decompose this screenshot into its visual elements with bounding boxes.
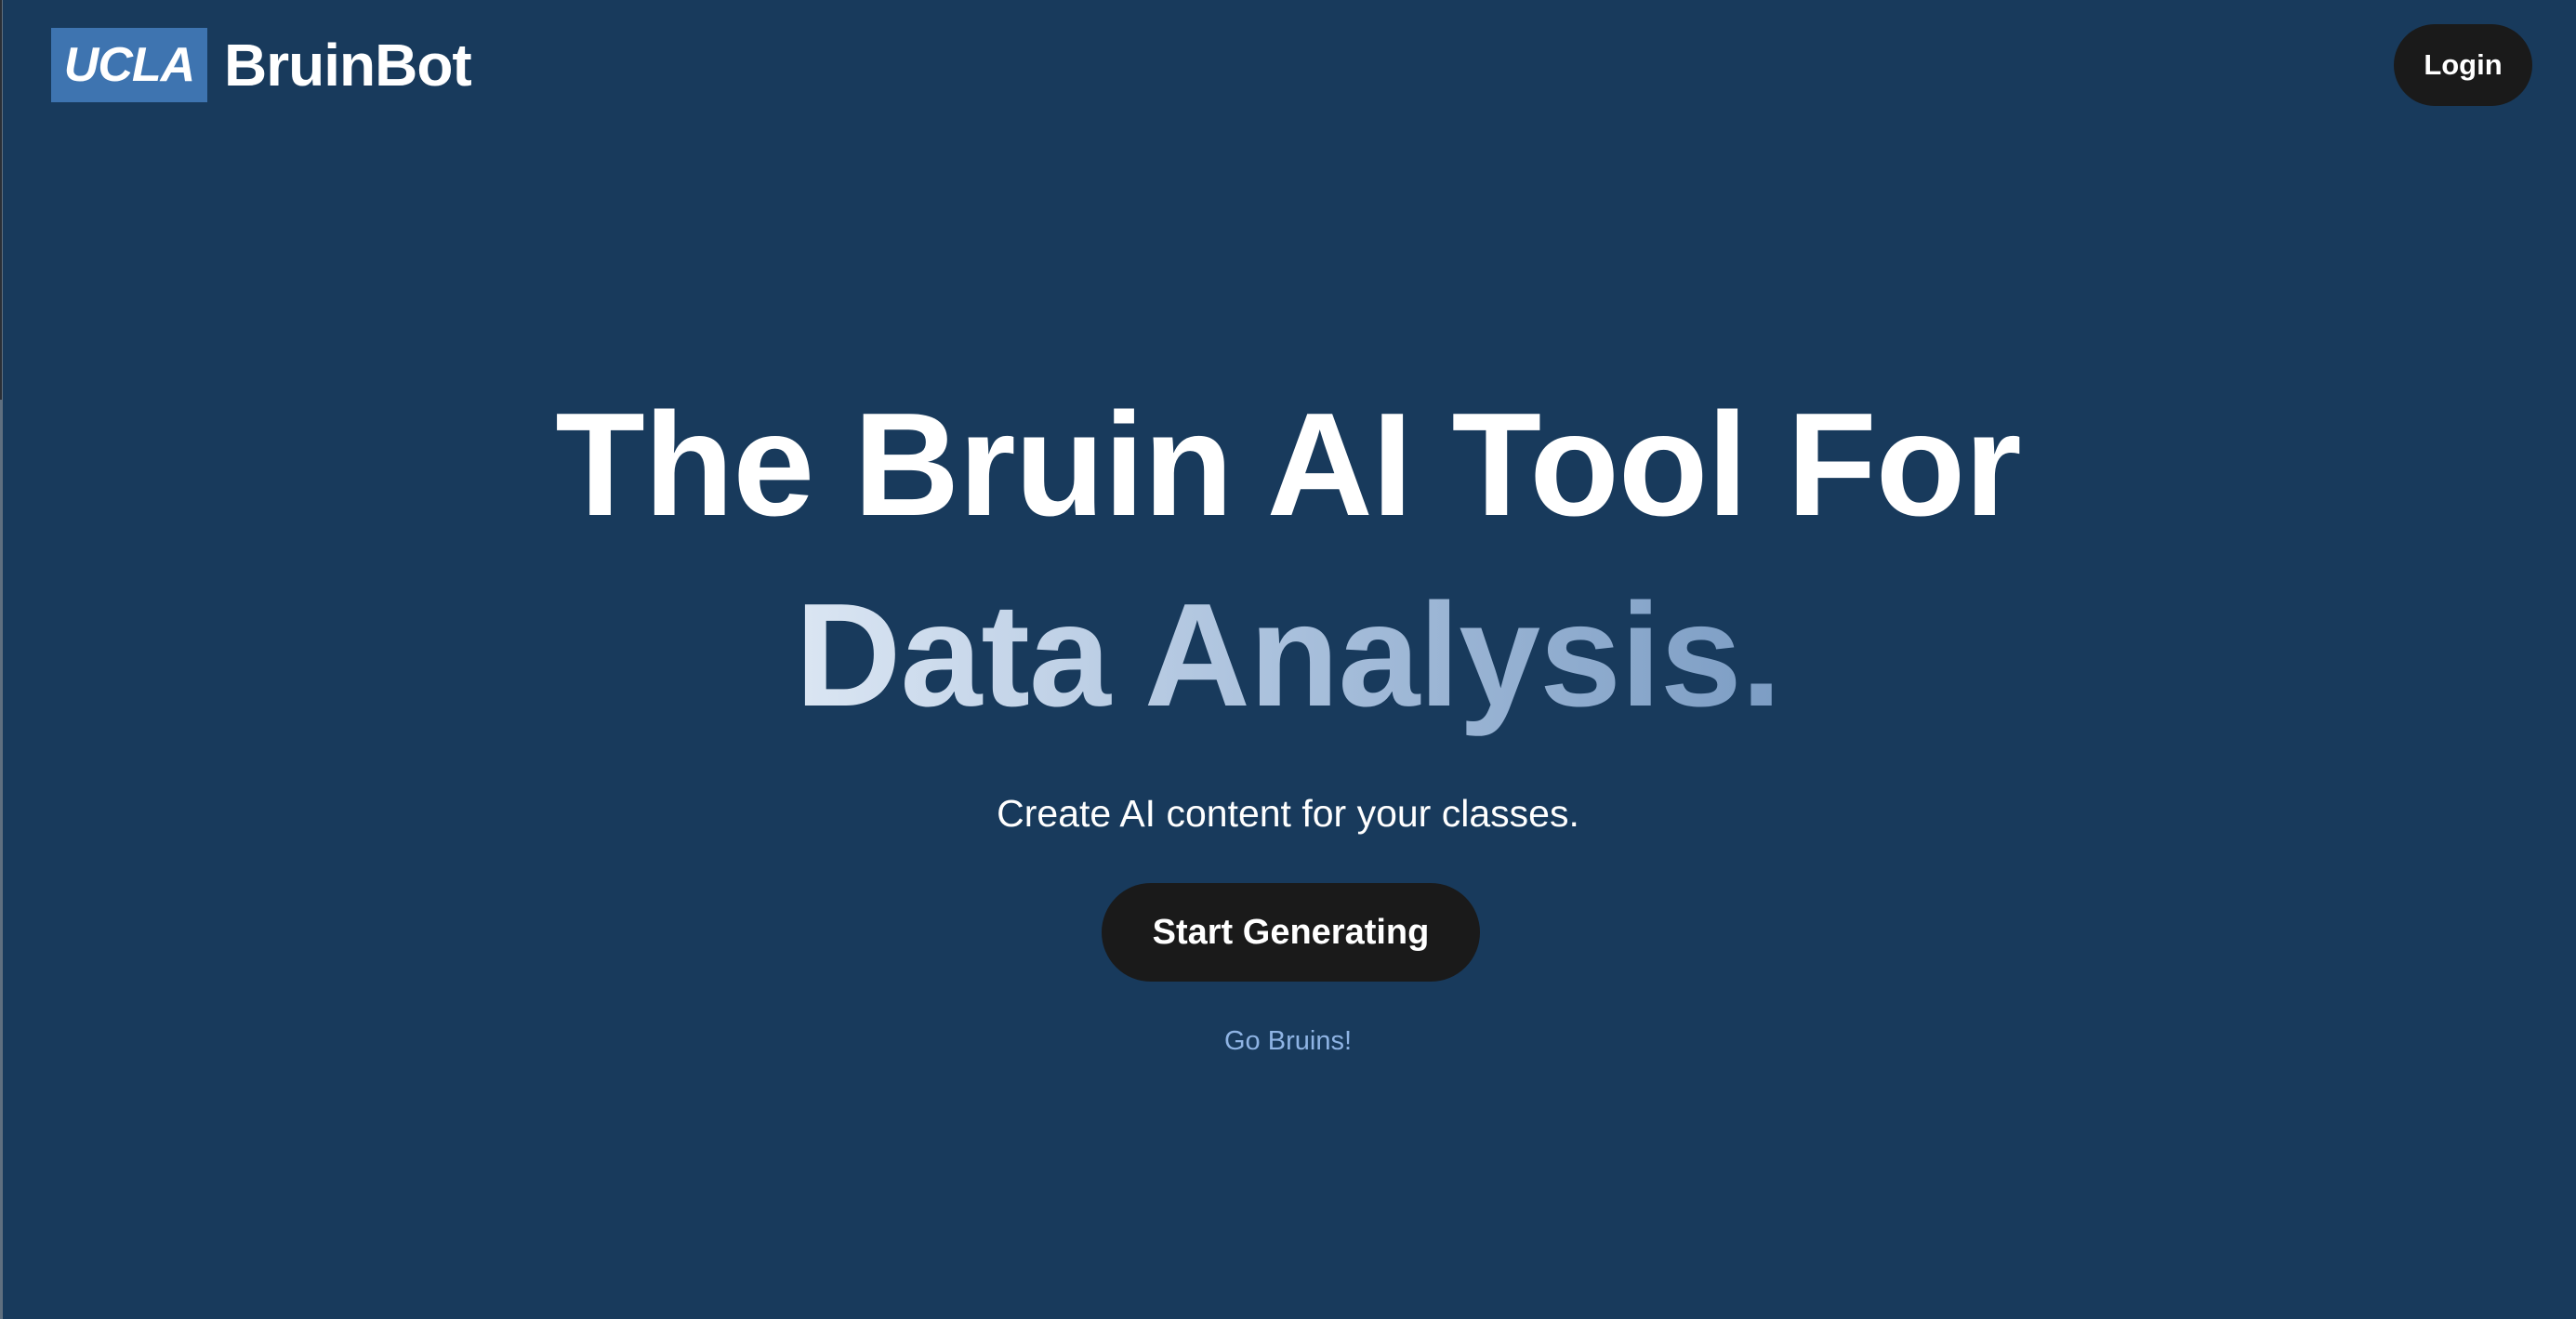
logo[interactable]: UCLA BruinBot [51, 28, 472, 102]
hero-subtitle: Create AI content for your classes. [997, 792, 1579, 835]
go-bruins-link[interactable]: Go Bruins! [0, 1022, 2576, 1060]
hero-headline: The Bruin AI Tool For [555, 383, 2021, 547]
ucla-badge: UCLA [51, 28, 207, 102]
start-generating-button[interactable]: Start Generating [1102, 883, 1480, 982]
login-button[interactable]: Login [2394, 24, 2532, 106]
window-edge-shadow [0, 0, 2, 400]
hero-highlight-text: Data Analysis. [795, 574, 1781, 737]
hero-highlight: Data Analysis. [0, 562, 2576, 748]
app-name: BruinBot [224, 32, 472, 99]
